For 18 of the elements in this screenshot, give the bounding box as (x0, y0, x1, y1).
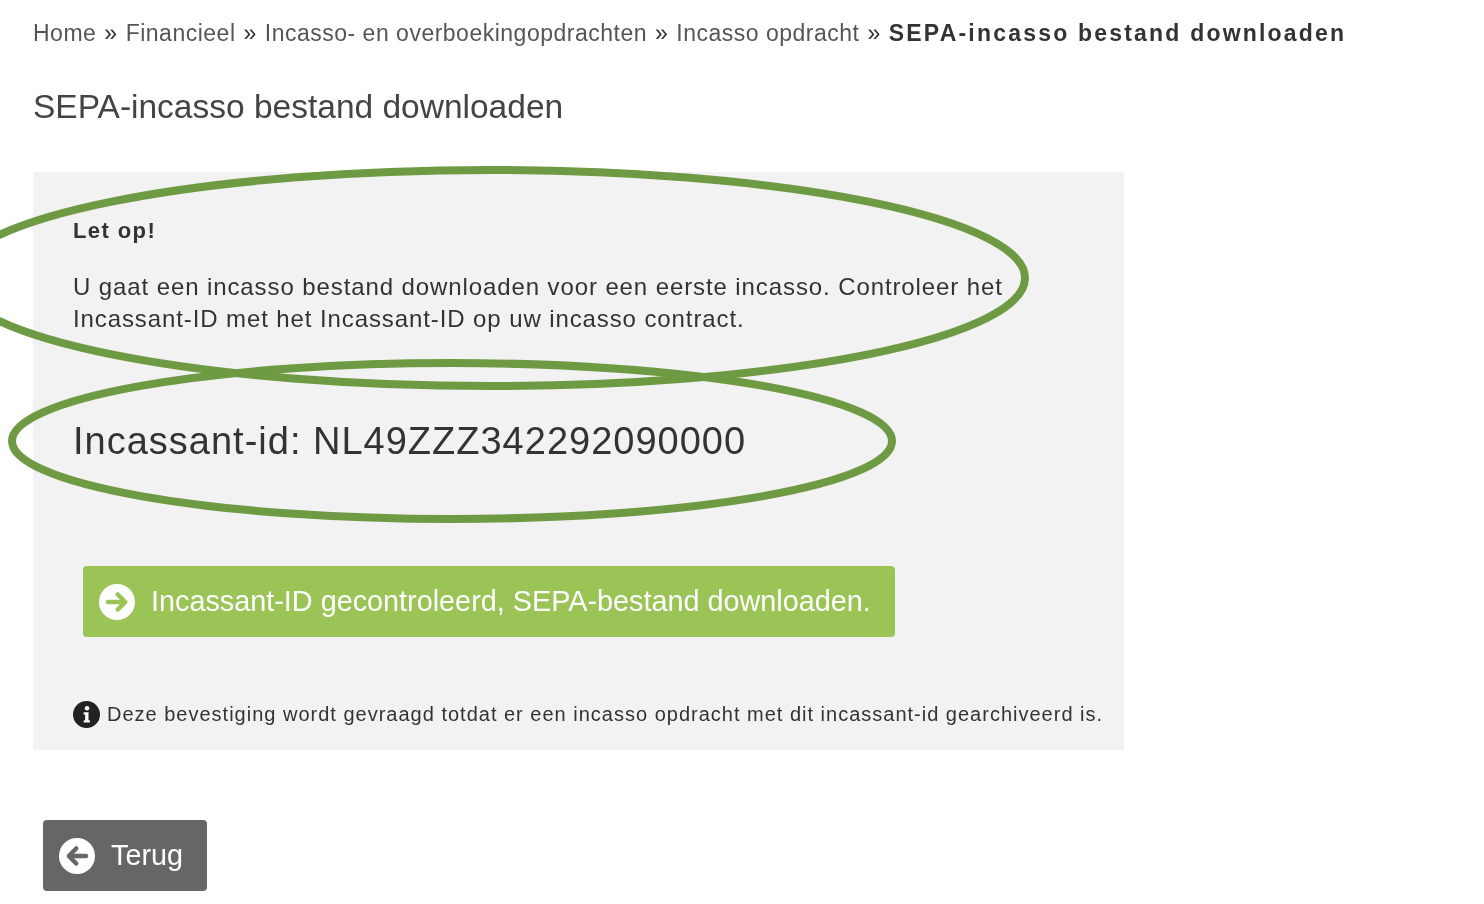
notice-title: Let op! (73, 217, 157, 245)
arrow-circle-right-icon (99, 583, 135, 620)
breadcrumb-separator: » (104, 19, 118, 48)
breadcrumb-separator: » (243, 19, 257, 48)
breadcrumb-link[interactable]: Home (33, 18, 97, 48)
breadcrumb-link[interactable]: Incasso- en overboekingopdrachten (264, 18, 647, 48)
breadcrumb-separator: » (867, 19, 881, 48)
page-title: SEPA-incasso bestand downloaden (33, 87, 564, 127)
breadcrumb-separator: » (655, 19, 669, 48)
info-note: Deze bevestiging wordt gevraagd totdat er een incasso opdracht met dit incassant-id gearchiveerd is. (107, 702, 1104, 727)
breadcrumb-link[interactable]: Incasso opdracht (676, 18, 860, 48)
info-icon (73, 700, 100, 728)
creditor-id-text: Incassant-id: NL49ZZZ342292090000 (73, 419, 747, 463)
notice-text: U gaat een incasso bestand downloaden voor een eerste incasso. Controleer het Incassant-ID met het Incassant-ID op uw incasso contract. (73, 272, 1004, 334)
breadcrumb-link[interactable]: Financieel (125, 18, 236, 48)
back-button[interactable]: Terug (43, 820, 208, 891)
arrow-circle-left-icon (59, 837, 95, 874)
breadcrumb-current: SEPA-incasso bestand downloaden (888, 19, 1347, 48)
